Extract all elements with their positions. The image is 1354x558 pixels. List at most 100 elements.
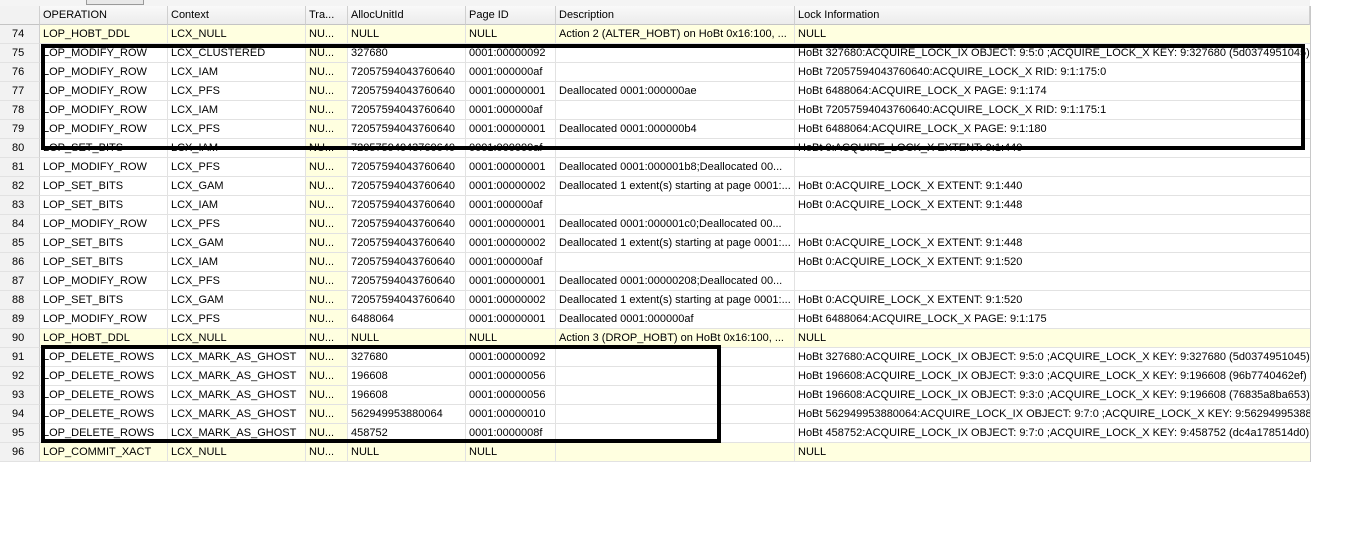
cell-transaction[interactable]: NU... xyxy=(306,196,348,215)
cell-lock-information[interactable]: HoBt 327680:ACQUIRE_LOCK_IX OBJECT: 9:5:… xyxy=(795,348,1310,367)
cell-alloc-unit-id[interactable]: 72057594043760640 xyxy=(348,196,466,215)
cell-page-id[interactable]: 0001:000000af xyxy=(466,63,556,82)
cell-description[interactable]: Deallocated 0001:000001c0;Deallocated 00… xyxy=(556,215,795,234)
cell-lock-information[interactable]: HoBt 6488064:ACQUIRE_LOCK_X PAGE: 9:1:17… xyxy=(795,310,1310,329)
cell-description[interactable] xyxy=(556,139,795,158)
cell-lock-information[interactable] xyxy=(795,158,1310,177)
cell-page-id[interactable]: 0001:00000002 xyxy=(466,234,556,253)
header-operation[interactable]: OPERATION xyxy=(40,6,168,25)
header-context[interactable]: Context xyxy=(168,6,306,25)
cell-alloc-unit-id[interactable]: 72057594043760640 xyxy=(348,101,466,120)
cell-transaction[interactable]: NU... xyxy=(306,405,348,424)
cell-transaction[interactable]: NU... xyxy=(306,215,348,234)
table-row[interactable]: 86 LOP_SET_BITS LCX_IAM NU... 72057594043760… xyxy=(0,253,1310,272)
cell-description[interactable] xyxy=(556,424,795,443)
cell-row-number[interactable]: 83 xyxy=(0,196,40,215)
cell-lock-information[interactable]: HoBt 72057594043760640:ACQUIRE_LOCK_X RI… xyxy=(795,101,1310,120)
cell-lock-information[interactable]: HoBt 0:ACQUIRE_LOCK_X EXTENT: 9:1:520 xyxy=(795,291,1310,310)
cell-operation[interactable]: LOP_MODIFY_ROW xyxy=(40,215,168,234)
cell-alloc-unit-id[interactable]: 72057594043760640 xyxy=(348,215,466,234)
table-row[interactable]: 88 LOP_SET_BITS LCX_GAM NU... 72057594043760… xyxy=(0,291,1310,310)
cell-row-number[interactable]: 79 xyxy=(0,120,40,139)
cell-transaction[interactable]: NU... xyxy=(306,367,348,386)
cell-alloc-unit-id[interactable]: 72057594043760640 xyxy=(348,234,466,253)
table-row[interactable]: 76 LOP_MODIFY_ROW LCX_IAM NU... 720575940437… xyxy=(0,63,1310,82)
table-row[interactable]: 74 LOP_HOBT_DDL LCX_NULL NU... NULL NULL Actio… xyxy=(0,25,1310,44)
cell-lock-information[interactable]: HoBt 0:ACQUIRE_LOCK_X EXTENT: 9:1:440 xyxy=(795,177,1310,196)
cell-operation[interactable]: LOP_SET_BITS xyxy=(40,291,168,310)
table-row[interactable]: 93 LOP_DELETE_ROWS LCX_MARK_AS_GHOST NU... 1… xyxy=(0,386,1310,405)
cell-lock-information[interactable]: HoBt 196608:ACQUIRE_LOCK_IX OBJECT: 9:3:… xyxy=(795,367,1310,386)
cell-description[interactable]: Deallocated 0001:000000ae xyxy=(556,82,795,101)
cell-operation[interactable]: LOP_SET_BITS xyxy=(40,139,168,158)
cell-row-number[interactable]: 96 xyxy=(0,443,40,462)
cell-alloc-unit-id[interactable]: 196608 xyxy=(348,386,466,405)
cell-description[interactable] xyxy=(556,101,795,120)
cell-row-number[interactable]: 78 xyxy=(0,101,40,120)
cell-lock-information[interactable]: HoBt 0:ACQUIRE_LOCK_X EXTENT: 9:1:520 xyxy=(795,253,1310,272)
cell-transaction[interactable]: NU... xyxy=(306,120,348,139)
cell-context[interactable]: LCX_PFS xyxy=(168,120,306,139)
cell-alloc-unit-id[interactable]: 72057594043760640 xyxy=(348,291,466,310)
cell-row-number[interactable]: 94 xyxy=(0,405,40,424)
cell-description[interactable]: Deallocated 0001:000000b4 xyxy=(556,120,795,139)
cell-alloc-unit-id[interactable]: 327680 xyxy=(348,44,466,63)
cell-page-id[interactable]: 0001:00000001 xyxy=(466,82,556,101)
cell-row-number[interactable]: 86 xyxy=(0,253,40,272)
table-row[interactable]: 82 LOP_SET_BITS LCX_GAM NU... 72057594043760… xyxy=(0,177,1310,196)
cell-context[interactable]: LCX_IAM xyxy=(168,101,306,120)
cell-page-id[interactable]: 0001:00000001 xyxy=(466,158,556,177)
cell-alloc-unit-id[interactable]: 72057594043760640 xyxy=(348,253,466,272)
cell-context[interactable]: LCX_IAM xyxy=(168,253,306,272)
cell-page-id[interactable]: 0001:000000af xyxy=(466,101,556,120)
cell-transaction[interactable]: NU... xyxy=(306,443,348,462)
cell-operation[interactable]: LOP_MODIFY_ROW xyxy=(40,82,168,101)
cell-page-id[interactable]: NULL xyxy=(466,25,556,44)
table-row[interactable]: 80 LOP_SET_BITS LCX_IAM NU... 72057594043760… xyxy=(0,139,1310,158)
cell-context[interactable]: LCX_NULL xyxy=(168,443,306,462)
table-row[interactable]: 78 LOP_MODIFY_ROW LCX_IAM NU... 720575940437… xyxy=(0,101,1310,120)
cell-operation[interactable]: LOP_MODIFY_ROW xyxy=(40,63,168,82)
cell-description[interactable]: Deallocated 1 extent(s) starting at page… xyxy=(556,234,795,253)
cell-lock-information[interactable] xyxy=(795,215,1310,234)
cell-operation[interactable]: LOP_MODIFY_ROW xyxy=(40,158,168,177)
cell-row-number[interactable]: 81 xyxy=(0,158,40,177)
cell-context[interactable]: LCX_MARK_AS_GHOST xyxy=(168,424,306,443)
cell-lock-information[interactable]: HoBt 72057594043760640:ACQUIRE_LOCK_X RI… xyxy=(795,63,1310,82)
cell-transaction[interactable]: NU... xyxy=(306,234,348,253)
header-lock-information[interactable]: Lock Information xyxy=(795,6,1310,25)
cell-context[interactable]: LCX_NULL xyxy=(168,25,306,44)
cell-operation[interactable]: LOP_HOBT_DDL xyxy=(40,329,168,348)
cell-lock-information[interactable]: HoBt 0:ACQUIRE_LOCK_X EXTENT: 9:1:448 xyxy=(795,196,1310,215)
table-row[interactable]: 95 LOP_DELETE_ROWS LCX_MARK_AS_GHOST NU... 4… xyxy=(0,424,1310,443)
cell-alloc-unit-id[interactable]: 458752 xyxy=(348,424,466,443)
cell-transaction[interactable]: NU... xyxy=(306,253,348,272)
cell-row-number[interactable]: 84 xyxy=(0,215,40,234)
cell-alloc-unit-id[interactable]: NULL xyxy=(348,25,466,44)
table-row[interactable]: 94 LOP_DELETE_ROWS LCX_MARK_AS_GHOST NU... 5… xyxy=(0,405,1310,424)
cell-alloc-unit-id[interactable]: 562949953880064 xyxy=(348,405,466,424)
cell-alloc-unit-id[interactable]: NULL xyxy=(348,329,466,348)
cell-context[interactable]: LCX_CLUSTERED xyxy=(168,44,306,63)
cell-operation[interactable]: LOP_DELETE_ROWS xyxy=(40,386,168,405)
cell-context[interactable]: LCX_IAM xyxy=(168,139,306,158)
cell-context[interactable]: LCX_IAM xyxy=(168,63,306,82)
cell-operation[interactable]: LOP_MODIFY_ROW xyxy=(40,310,168,329)
cell-operation[interactable]: LOP_SET_BITS xyxy=(40,196,168,215)
cell-operation[interactable]: LOP_MODIFY_ROW xyxy=(40,101,168,120)
cell-operation[interactable]: LOP_DELETE_ROWS xyxy=(40,405,168,424)
cell-description[interactable]: Deallocated 0001:000001b8;Deallocated 00… xyxy=(556,158,795,177)
cell-description[interactable] xyxy=(556,348,795,367)
cell-row-number[interactable]: 90 xyxy=(0,329,40,348)
cell-page-id[interactable]: 0001:00000002 xyxy=(466,177,556,196)
cell-page-id[interactable]: 0001:00000001 xyxy=(466,272,556,291)
cell-transaction[interactable]: NU... xyxy=(306,310,348,329)
cell-lock-information[interactable]: HoBt 0:ACQUIRE_LOCK_X EXTENT: 9:1:440 xyxy=(795,139,1310,158)
header-description[interactable]: Description xyxy=(556,6,795,25)
cell-alloc-unit-id[interactable]: 72057594043760640 xyxy=(348,139,466,158)
table-row[interactable]: 83 LOP_SET_BITS LCX_IAM NU... 72057594043760… xyxy=(0,196,1310,215)
cell-description[interactable]: Deallocated 0001:000000af xyxy=(556,310,795,329)
cell-context[interactable]: LCX_GAM xyxy=(168,291,306,310)
table-row[interactable]: 87 LOP_MODIFY_ROW LCX_PFS NU... 720575940437… xyxy=(0,272,1310,291)
cell-description[interactable]: Action 3 (DROP_HOBT) on HoBt 0x16:100, .… xyxy=(556,329,795,348)
